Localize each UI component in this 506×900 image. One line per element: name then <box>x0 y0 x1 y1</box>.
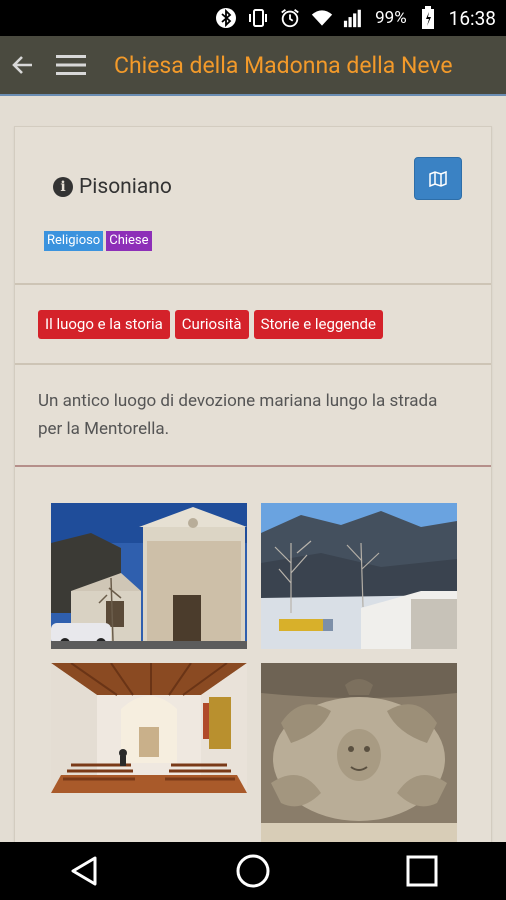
triangle-back-icon <box>71 856 97 886</box>
circle-home-icon <box>236 854 270 888</box>
nav-home-button[interactable] <box>223 842 283 900</box>
header-section: i Pisoniano Religioso Chiese <box>15 127 491 285</box>
tag-religioso[interactable]: Religioso <box>44 231 104 251</box>
signal-icon <box>343 7 365 29</box>
church-interior-photo[interactable] <box>51 663 247 793</box>
detail-card: i Pisoniano Religioso Chiese Il luogo e … <box>14 126 492 842</box>
battery-icon <box>417 6 439 29</box>
system-nav-bar <box>0 842 506 900</box>
tag-list: Religioso Chiese <box>44 231 152 251</box>
page-title: Chiesa della Madonna della Neve <box>114 51 453 79</box>
category-curiosita[interactable]: Curiosità <box>174 310 249 339</box>
church-facade-photo[interactable] <box>51 503 247 649</box>
wifi-icon <box>311 7 333 29</box>
menu-button[interactable] <box>46 35 96 95</box>
clock: 16:38 <box>448 6 496 30</box>
nav-recents-button[interactable] <box>392 842 452 900</box>
categories-section: Il luogo e la storia Curiosità Storie e … <box>15 285 491 365</box>
category-luogo-storia[interactable]: Il luogo e la storia <box>38 310 170 339</box>
vibrate-icon <box>247 7 269 29</box>
alarm-icon <box>279 7 301 29</box>
map-icon <box>429 170 447 187</box>
photo-gallery <box>15 467 491 842</box>
status-bar: 99% 16:38 <box>0 0 506 36</box>
map-button[interactable] <box>414 157 462 200</box>
info-icon: i <box>53 177 73 197</box>
battery-percent: 99% <box>375 8 407 28</box>
bluetooth-icon <box>215 7 237 29</box>
arrow-left-icon <box>12 56 32 74</box>
hamburger-icon <box>56 55 86 75</box>
main-content[interactable]: i Pisoniano Religioso Chiese Il luogo e … <box>0 96 506 842</box>
place-row: i Pisoniano <box>53 175 172 199</box>
app-bar: Chiesa della Madonna della Neve <box>0 36 506 96</box>
tag-chiese[interactable]: Chiese <box>106 231 152 251</box>
square-recents-icon <box>406 855 438 887</box>
stone-capital-photo[interactable] <box>261 663 457 842</box>
description-text: Un antico luogo di devozione mariana lun… <box>38 391 438 439</box>
mountain-road-photo[interactable] <box>261 503 457 649</box>
place-name: Pisoniano <box>79 175 172 199</box>
nav-back-button[interactable] <box>54 842 114 900</box>
back-button[interactable] <box>0 35 46 95</box>
category-storie-leggende[interactable]: Storie e leggende <box>253 310 383 339</box>
description-section: Un antico luogo di devozione mariana lun… <box>15 365 491 467</box>
